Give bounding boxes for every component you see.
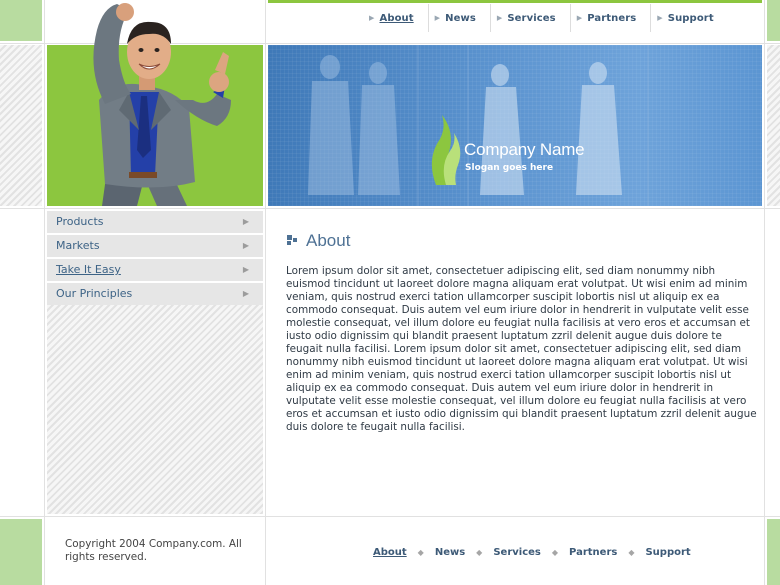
banner: Company Name Slogan goes here (268, 45, 762, 206)
chevron-right-icon: ▶ (242, 217, 249, 226)
diamond-bullet-icon: ◆ (476, 548, 483, 557)
sidebar-item-label: Markets (56, 239, 100, 252)
top-right-green-block (767, 0, 780, 41)
triangle-right-icon: ▶ (434, 14, 441, 22)
top-accent-bar (268, 0, 762, 3)
footer-nav-support[interactable]: Support (645, 547, 690, 558)
hero-photo (47, 0, 263, 206)
top-nav-partners[interactable]: ▶ Partners (571, 4, 652, 32)
top-nav-about[interactable]: ▶ About (363, 4, 429, 32)
divider-line (0, 208, 780, 209)
diamond-bullet-icon: ◆ (551, 548, 559, 557)
page-title: About (306, 231, 351, 250)
body-text: Lorem ipsum dolor sit amet, consectetuer… (286, 265, 757, 433)
chevron-right-icon: ▶ (242, 265, 249, 274)
flame-logo-icon (431, 115, 461, 185)
sidebar-item-label: Products (56, 215, 104, 228)
divider-line (0, 516, 780, 517)
top-nav: ▶ About ▶ News ▶ Services ▶ Partners ▶ S… (363, 4, 728, 32)
right-rail-stripes (767, 45, 780, 206)
bottom-left-green-block (0, 519, 42, 585)
sidebar-item-label: Take It Easy (56, 263, 121, 276)
top-nav-label: Partners (587, 12, 637, 24)
sidebar-background (47, 305, 263, 514)
diamond-bullet-icon: ◆ (417, 548, 424, 557)
triangle-right-icon: ▶ (496, 14, 503, 22)
top-nav-support[interactable]: ▶ Support (651, 4, 727, 32)
footer-nav-partners[interactable]: Partners (569, 547, 617, 558)
chevron-right-icon: ▶ (242, 289, 249, 298)
footer-nav-news[interactable]: News (435, 547, 465, 558)
bottom-right-green-block (767, 519, 780, 585)
top-nav-label: News (445, 12, 476, 24)
top-nav-label: Support (667, 12, 714, 24)
chevron-right-icon: ▶ (242, 241, 249, 250)
footer-nav-about[interactable]: About (373, 547, 407, 558)
copyright-text: Copyright 2004 Company.com. All rights r… (65, 538, 242, 563)
footer-nav-services[interactable]: Services (493, 547, 541, 558)
footer-nav: About ◆ News ◆ Services ◆ Partners ◆ Sup… (373, 547, 691, 558)
sidebar-item-label: Our Principles (56, 287, 133, 300)
sidebar-item-markets[interactable]: Markets ▶ (47, 235, 263, 257)
top-nav-label: About (379, 12, 414, 24)
top-left-green-block (0, 0, 42, 41)
triangle-right-icon: ▶ (657, 14, 663, 22)
triangle-right-icon: ▶ (576, 14, 583, 22)
sidebar-item-take-it-easy[interactable]: Take It Easy ▶ (47, 259, 263, 281)
side-menu: Products ▶ Markets ▶ Take It Easy ▶ Our … (47, 211, 263, 307)
divider-line (764, 0, 765, 585)
diamond-bullet-icon: ◆ (628, 548, 635, 557)
sidebar-item-our-principles[interactable]: Our Principles ▶ (47, 283, 263, 305)
square-bullet-icon (287, 235, 299, 245)
company-slogan: Slogan goes here (465, 163, 554, 173)
company-name: Company Name (464, 140, 585, 159)
left-rail-stripes (0, 45, 42, 206)
banner-people-silhouettes (308, 45, 649, 206)
sidebar-item-products[interactable]: Products ▶ (47, 211, 263, 233)
top-nav-services[interactable]: ▶ Services (491, 4, 571, 32)
top-nav-news[interactable]: ▶ News (429, 4, 491, 32)
divider-line (44, 0, 45, 585)
divider-line (265, 0, 266, 585)
triangle-right-icon: ▶ (369, 14, 375, 22)
top-nav-label: Services (507, 12, 556, 24)
person-illustration (93, 3, 231, 206)
